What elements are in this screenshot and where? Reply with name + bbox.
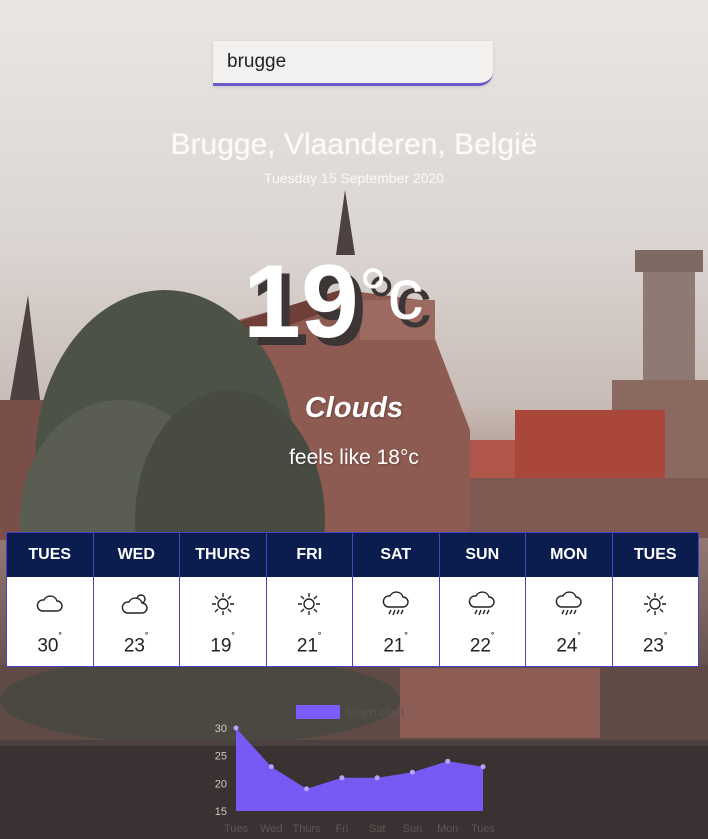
search-box[interactable] bbox=[213, 41, 493, 86]
degree-symbol: ˚ bbox=[317, 632, 322, 644]
data-point bbox=[480, 764, 486, 770]
search-input[interactable] bbox=[213, 41, 493, 83]
data-point bbox=[339, 775, 345, 781]
sun-icon bbox=[294, 591, 324, 617]
forecast-day: SAT 21˚ bbox=[353, 533, 440, 666]
forecast-day-body: 19˚ bbox=[180, 577, 266, 666]
x-tick-label: Mon bbox=[437, 823, 458, 835]
forecast-temperature: 19˚ bbox=[180, 632, 266, 657]
cloud-icon bbox=[35, 591, 65, 617]
forecast-day-label: THURS bbox=[180, 533, 266, 577]
x-tick-label: Tues bbox=[471, 823, 496, 835]
forecast-day: WED 23˚ bbox=[93, 533, 180, 666]
y-tick-label: 20 bbox=[215, 778, 227, 790]
legend-label: Graph chart bbox=[346, 707, 404, 719]
forecast-temperature: 24˚ bbox=[526, 632, 612, 657]
forecast-day-body: 21˚ bbox=[267, 577, 353, 666]
forecast-day-label: MON bbox=[526, 533, 612, 577]
degree-symbol: ˚ bbox=[577, 632, 582, 644]
sun-icon bbox=[640, 591, 670, 617]
forecast-temperature: 21˚ bbox=[267, 632, 353, 657]
data-point bbox=[268, 764, 274, 770]
forecast-temperature: 30˚ bbox=[7, 632, 93, 657]
forecast-day-body: 22˚ bbox=[440, 577, 526, 666]
area-series bbox=[236, 728, 483, 811]
degree-symbol: ˚ bbox=[144, 632, 149, 644]
forecast-day: MON 24˚ bbox=[526, 533, 613, 666]
data-point bbox=[233, 725, 239, 731]
forecast-temp-value: 23 bbox=[123, 635, 145, 657]
forecast-temp-value: 24 bbox=[556, 635, 578, 657]
sun-icon bbox=[208, 591, 238, 617]
x-tick-label: Sat bbox=[369, 823, 386, 835]
forecast-day-label: TUES bbox=[612, 533, 698, 577]
forecast-temperature: 21˚ bbox=[353, 632, 439, 657]
forecast-temp-value: 21 bbox=[383, 635, 405, 657]
weather-condition: Clouds bbox=[304, 392, 404, 424]
forecast-day: THURS 19˚ bbox=[180, 533, 267, 666]
x-tick-label: Wed bbox=[260, 823, 282, 835]
data-point bbox=[374, 775, 380, 781]
forecast-day: SUN 22˚ bbox=[439, 533, 526, 666]
forecast-temperature: 22˚ bbox=[440, 632, 526, 657]
temperature-value: 19 bbox=[243, 244, 359, 360]
x-tick-label: Thurs bbox=[293, 823, 322, 835]
degree-symbol: ˚ bbox=[404, 632, 409, 644]
temperature-unit: °c bbox=[358, 255, 424, 335]
data-point bbox=[409, 769, 415, 775]
current-temperature: 19°c bbox=[243, 240, 424, 357]
forecast-day: TUES 30˚ bbox=[7, 533, 94, 666]
forecast-day: TUES 23˚ bbox=[612, 533, 699, 666]
legend-swatch bbox=[296, 705, 340, 719]
forecast-temp-value: 23 bbox=[642, 635, 664, 657]
forecast-day-body: 21˚ bbox=[353, 577, 439, 666]
forecast-day-body: 23˚ bbox=[613, 577, 699, 666]
data-point bbox=[445, 758, 451, 764]
rain-icon bbox=[381, 591, 411, 617]
forecast-temp-value: 30 bbox=[37, 635, 59, 657]
rain-icon bbox=[467, 591, 497, 617]
forecast-day-body: 23˚ bbox=[94, 577, 180, 666]
forecast-day-label: SUN bbox=[439, 533, 525, 577]
forecast-temp-value: 22 bbox=[469, 635, 491, 657]
forecast-day-label: SAT bbox=[353, 533, 439, 577]
forecast-temp-value: 21 bbox=[296, 635, 318, 657]
feels-like: feels like 18°c bbox=[289, 446, 419, 469]
degree-symbol: ˚ bbox=[490, 632, 495, 644]
forecast-day: FRI 21˚ bbox=[266, 533, 353, 666]
rain-icon bbox=[554, 591, 584, 617]
forecast-temperature: 23˚ bbox=[94, 632, 180, 657]
forecast-day-body: 24˚ bbox=[526, 577, 612, 666]
degree-symbol: ˚ bbox=[58, 632, 63, 644]
y-tick-label: 15 bbox=[215, 806, 227, 818]
data-point bbox=[304, 786, 310, 792]
forecast-temp-value: 19 bbox=[210, 635, 232, 657]
forecast-day-label: TUES bbox=[7, 533, 93, 577]
x-tick-label: Sun bbox=[403, 823, 423, 835]
forecast-temperature: 23˚ bbox=[613, 632, 699, 657]
location-title: Brugge, Vlaanderen, België bbox=[170, 128, 538, 161]
forecast-table: TUES 30˚ WED 23˚ THURS 19˚ FRI 21˚ SAT 21˚ SUN 22˚ M… bbox=[6, 532, 699, 667]
degree-symbol: ˚ bbox=[663, 632, 668, 644]
x-tick-label: Tues bbox=[224, 823, 249, 835]
cloud-sun-icon bbox=[121, 591, 151, 617]
x-tick-label: Fri bbox=[335, 823, 348, 835]
y-tick-label: 25 bbox=[215, 751, 227, 763]
y-tick-label: 30 bbox=[215, 723, 227, 735]
forecast-day-label: FRI bbox=[266, 533, 352, 577]
degree-symbol: ˚ bbox=[231, 632, 236, 644]
temperature-chart: Graph chart 30 25 20 15 Tues Wed Thurs Fri Sat Sun… bbox=[215, 705, 496, 835]
current-date: Tuesday 15 September 2020 bbox=[263, 170, 445, 186]
forecast-day-body: 30˚ bbox=[7, 577, 93, 666]
forecast-day-label: WED bbox=[93, 533, 179, 577]
